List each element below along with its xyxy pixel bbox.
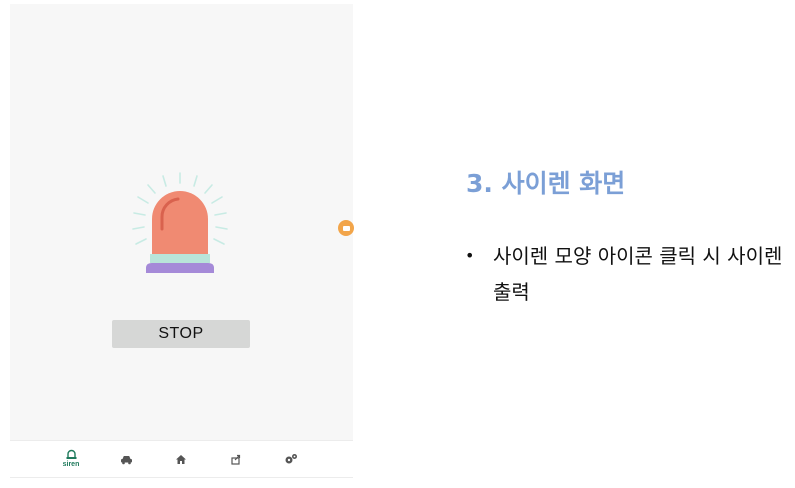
scroll-handle[interactable]: [338, 220, 354, 236]
nav-item-home[interactable]: [166, 441, 196, 477]
phone-screen: STOP siren: [10, 4, 353, 478]
siren-dome: [152, 191, 208, 255]
nav-item-share[interactable]: [221, 441, 251, 477]
siren-icon[interactable]: [130, 169, 230, 284]
bottom-navigation: siren: [10, 440, 353, 478]
slide-bullet-list: • 사이렌 모양 아이콘 클릭 시 사이렌 출력: [465, 238, 785, 310]
car-icon: [120, 455, 132, 464]
nav-item-settings[interactable]: [276, 441, 306, 477]
bullet-icon: •: [465, 246, 475, 265]
scroll-handle-icon: [342, 225, 350, 231]
settings-icon: [285, 454, 297, 464]
home-icon: [176, 454, 186, 464]
siren-band: [150, 254, 210, 263]
share-icon: [231, 454, 241, 465]
nav-item-siren[interactable]: siren: [56, 441, 86, 477]
siren-icon: [66, 449, 76, 459]
nav-label-siren: siren: [62, 461, 80, 468]
nav-item-car[interactable]: [111, 441, 141, 477]
list-item: • 사이렌 모양 아이콘 클릭 시 사이렌 출력: [465, 238, 785, 310]
bullet-text: 사이렌 모양 아이콘 클릭 시 사이렌 출력: [493, 244, 783, 304]
slide-title: 3. 사이렌 화면: [466, 169, 626, 198]
stop-button[interactable]: STOP: [112, 320, 250, 348]
siren-base: [146, 263, 214, 273]
